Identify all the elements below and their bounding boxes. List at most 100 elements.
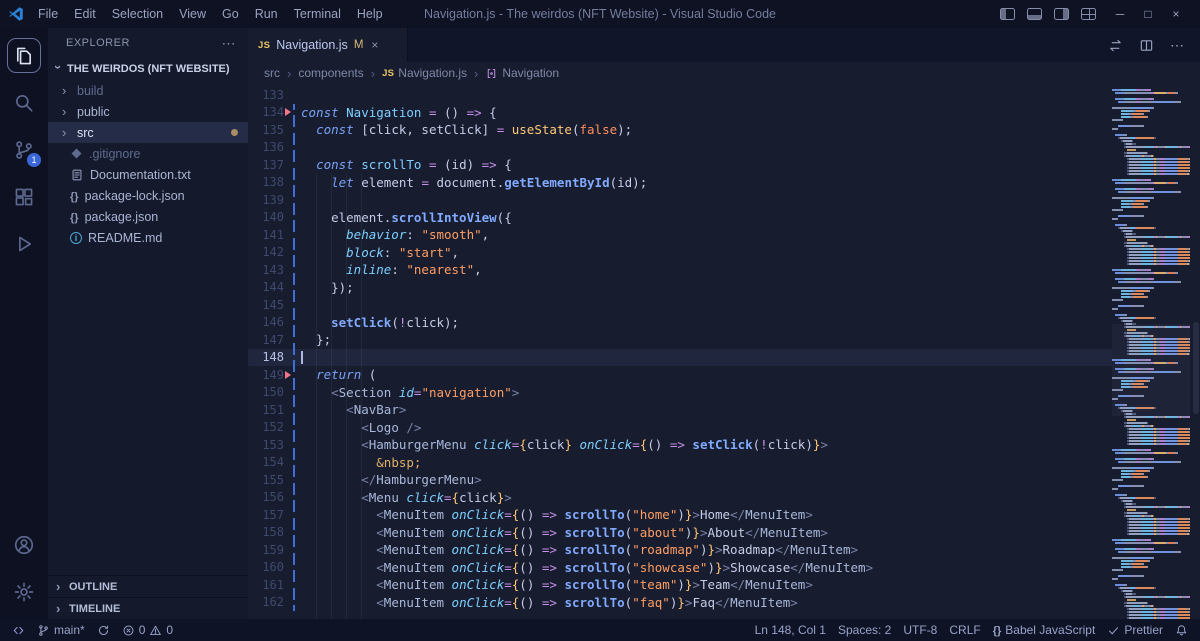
line-number[interactable]: 151 (248, 403, 284, 417)
breadcrumb-item-components[interactable]: components (298, 66, 363, 80)
tree-item-package-lock-json[interactable]: package-lock.json (48, 185, 248, 206)
code-line-157[interactable]: 157 <MenuItem onClick={() => scrollTo("h… (248, 506, 1112, 524)
code-line-136[interactable]: 136 (248, 139, 1112, 157)
line-number[interactable]: 161 (248, 578, 284, 592)
line-number[interactable]: 134 (248, 105, 284, 119)
line-number[interactable]: 160 (248, 560, 284, 574)
line-number[interactable]: 155 (248, 473, 284, 487)
line-number[interactable]: 159 (248, 543, 284, 557)
status-language-mode[interactable]: Babel JavaScript (987, 619, 1102, 641)
activity-accounts[interactable] (1, 521, 47, 568)
minimap-slider[interactable] (1112, 324, 1190, 416)
menu-item-run[interactable]: Run (247, 4, 286, 24)
tree-item-documentation-txt[interactable]: Documentation.txt (48, 164, 248, 185)
section-timeline[interactable]: ›TIMELINE (48, 597, 248, 619)
minimap[interactable] (1112, 86, 1190, 619)
code-line-150[interactable]: 150 <Section id="navigation"> (248, 384, 1112, 402)
menu-item-file[interactable]: File (30, 4, 66, 24)
menu-item-selection[interactable]: Selection (104, 4, 171, 24)
code-line-160[interactable]: 160 <MenuItem onClick={() => scrollTo("s… (248, 559, 1112, 577)
code-line-135[interactable]: 135 const [click, setClick] = useState(f… (248, 121, 1112, 139)
code-line-156[interactable]: 156 <Menu click={click}> (248, 489, 1112, 507)
code-line-144[interactable]: 144 }); (248, 279, 1112, 297)
breadcrumb-item-src[interactable]: src (264, 66, 280, 80)
code-line-162[interactable]: 162 <MenuItem onClick={() => scrollTo("f… (248, 594, 1112, 612)
code-line-155[interactable]: 155 </HamburgerMenu> (248, 471, 1112, 489)
activity-source-control[interactable]: 1 (1, 126, 47, 173)
tab-navigation-js[interactable]: Navigation.js M × (248, 28, 408, 62)
line-number[interactable]: 150 (248, 385, 284, 399)
code-line-151[interactable]: 151 <NavBar> (248, 401, 1112, 419)
code-line-147[interactable]: 147 }; (248, 331, 1112, 349)
split-editor-icon[interactable] (1139, 38, 1154, 53)
menu-item-help[interactable]: Help (349, 4, 391, 24)
tree-item-package-json[interactable]: package.json (48, 206, 248, 227)
line-number[interactable]: 153 (248, 438, 284, 452)
status-cursor-position[interactable]: Ln 148, Col 1 (749, 619, 832, 641)
scrollbar-thumb[interactable] (1193, 322, 1199, 414)
activity-explorer[interactable] (1, 32, 47, 79)
code-line-154[interactable]: 154 &nbsp; (248, 454, 1112, 472)
toggle-panel-icon[interactable] (1027, 8, 1042, 20)
line-number[interactable]: 157 (248, 508, 284, 522)
tree-item-src[interactable]: ›src (48, 122, 248, 143)
minimize-button[interactable]: ─ (1108, 7, 1132, 21)
code-line-153[interactable]: 153 <HamburgerMenu click={click} onClick… (248, 436, 1112, 454)
line-number[interactable]: 154 (248, 455, 284, 469)
code-editor[interactable]: 133134const Navigation = () => {135 cons… (248, 84, 1200, 619)
menu-item-terminal[interactable]: Terminal (286, 4, 349, 24)
status-notifications[interactable] (1169, 619, 1194, 641)
line-number[interactable]: 135 (248, 123, 284, 137)
code-line-158[interactable]: 158 <MenuItem onClick={() => scrollTo("a… (248, 524, 1112, 542)
code-line-140[interactable]: 140 element.scrollIntoView({ (248, 209, 1112, 227)
status-indentation[interactable]: Spaces: 2 (832, 619, 897, 641)
code-line-138[interactable]: 138 let element = document.getElementByI… (248, 174, 1112, 192)
breadcrumb-item-navigation-js[interactable]: Navigation.js (382, 66, 467, 80)
code-line-142[interactable]: 142 block: "start", (248, 244, 1112, 262)
code-line-149[interactable]: 149 return ( (248, 366, 1112, 384)
status-sync[interactable] (91, 619, 116, 641)
code-line-133[interactable]: 133 (248, 86, 1112, 104)
toggle-secondary-sidebar-icon[interactable] (1054, 8, 1069, 20)
activity-search[interactable] (1, 79, 47, 126)
menu-item-view[interactable]: View (171, 4, 214, 24)
more-actions-icon[interactable]: ⋯ (1170, 37, 1184, 54)
line-number[interactable]: 144 (248, 280, 284, 294)
line-number[interactable]: 148 (248, 350, 284, 364)
tree-item-gitignore[interactable]: .gitignore (48, 143, 248, 164)
line-number[interactable]: 139 (248, 193, 284, 207)
line-number[interactable]: 156 (248, 490, 284, 504)
status-eol[interactable]: CRLF (943, 619, 986, 641)
tree-item-build[interactable]: ›build (48, 80, 248, 101)
status-problems[interactable]: 00 (116, 619, 179, 641)
code-line-146[interactable]: 146 setClick(!click); (248, 314, 1112, 332)
tree-item-public[interactable]: ›public (48, 101, 248, 122)
line-number[interactable]: 141 (248, 228, 284, 242)
line-number[interactable]: 149 (248, 368, 284, 382)
close-button[interactable]: × (1164, 7, 1188, 21)
line-number[interactable]: 133 (248, 88, 284, 102)
breadcrumb-item-navigation[interactable]: Navigation (485, 66, 559, 80)
status-remote[interactable] (6, 619, 31, 641)
activity-run-and-debug[interactable] (1, 220, 47, 267)
close-tab-icon[interactable]: × (371, 38, 378, 52)
line-number[interactable]: 142 (248, 245, 284, 259)
code-line-148[interactable]: 148 (248, 349, 1112, 367)
code-line-137[interactable]: 137 const scrollTo = (id) => { (248, 156, 1112, 174)
line-number[interactable]: 158 (248, 525, 284, 539)
toggle-sidebar-icon[interactable] (1000, 8, 1015, 20)
code-line-143[interactable]: 143 inline: "nearest", (248, 261, 1112, 279)
customize-layout-icon[interactable] (1081, 8, 1096, 20)
activity-extensions[interactable] (1, 173, 47, 220)
line-number[interactable]: 162 (248, 595, 284, 609)
line-number[interactable]: 136 (248, 140, 284, 154)
status-encoding[interactable]: UTF-8 (897, 619, 943, 641)
line-number[interactable]: 143 (248, 263, 284, 277)
line-number[interactable]: 138 (248, 175, 284, 189)
activity-settings[interactable] (1, 568, 47, 615)
menu-item-edit[interactable]: Edit (66, 4, 104, 24)
menu-item-go[interactable]: Go (214, 4, 247, 24)
code-line-145[interactable]: 145 (248, 296, 1112, 314)
line-number[interactable]: 145 (248, 298, 284, 312)
line-number[interactable]: 140 (248, 210, 284, 224)
